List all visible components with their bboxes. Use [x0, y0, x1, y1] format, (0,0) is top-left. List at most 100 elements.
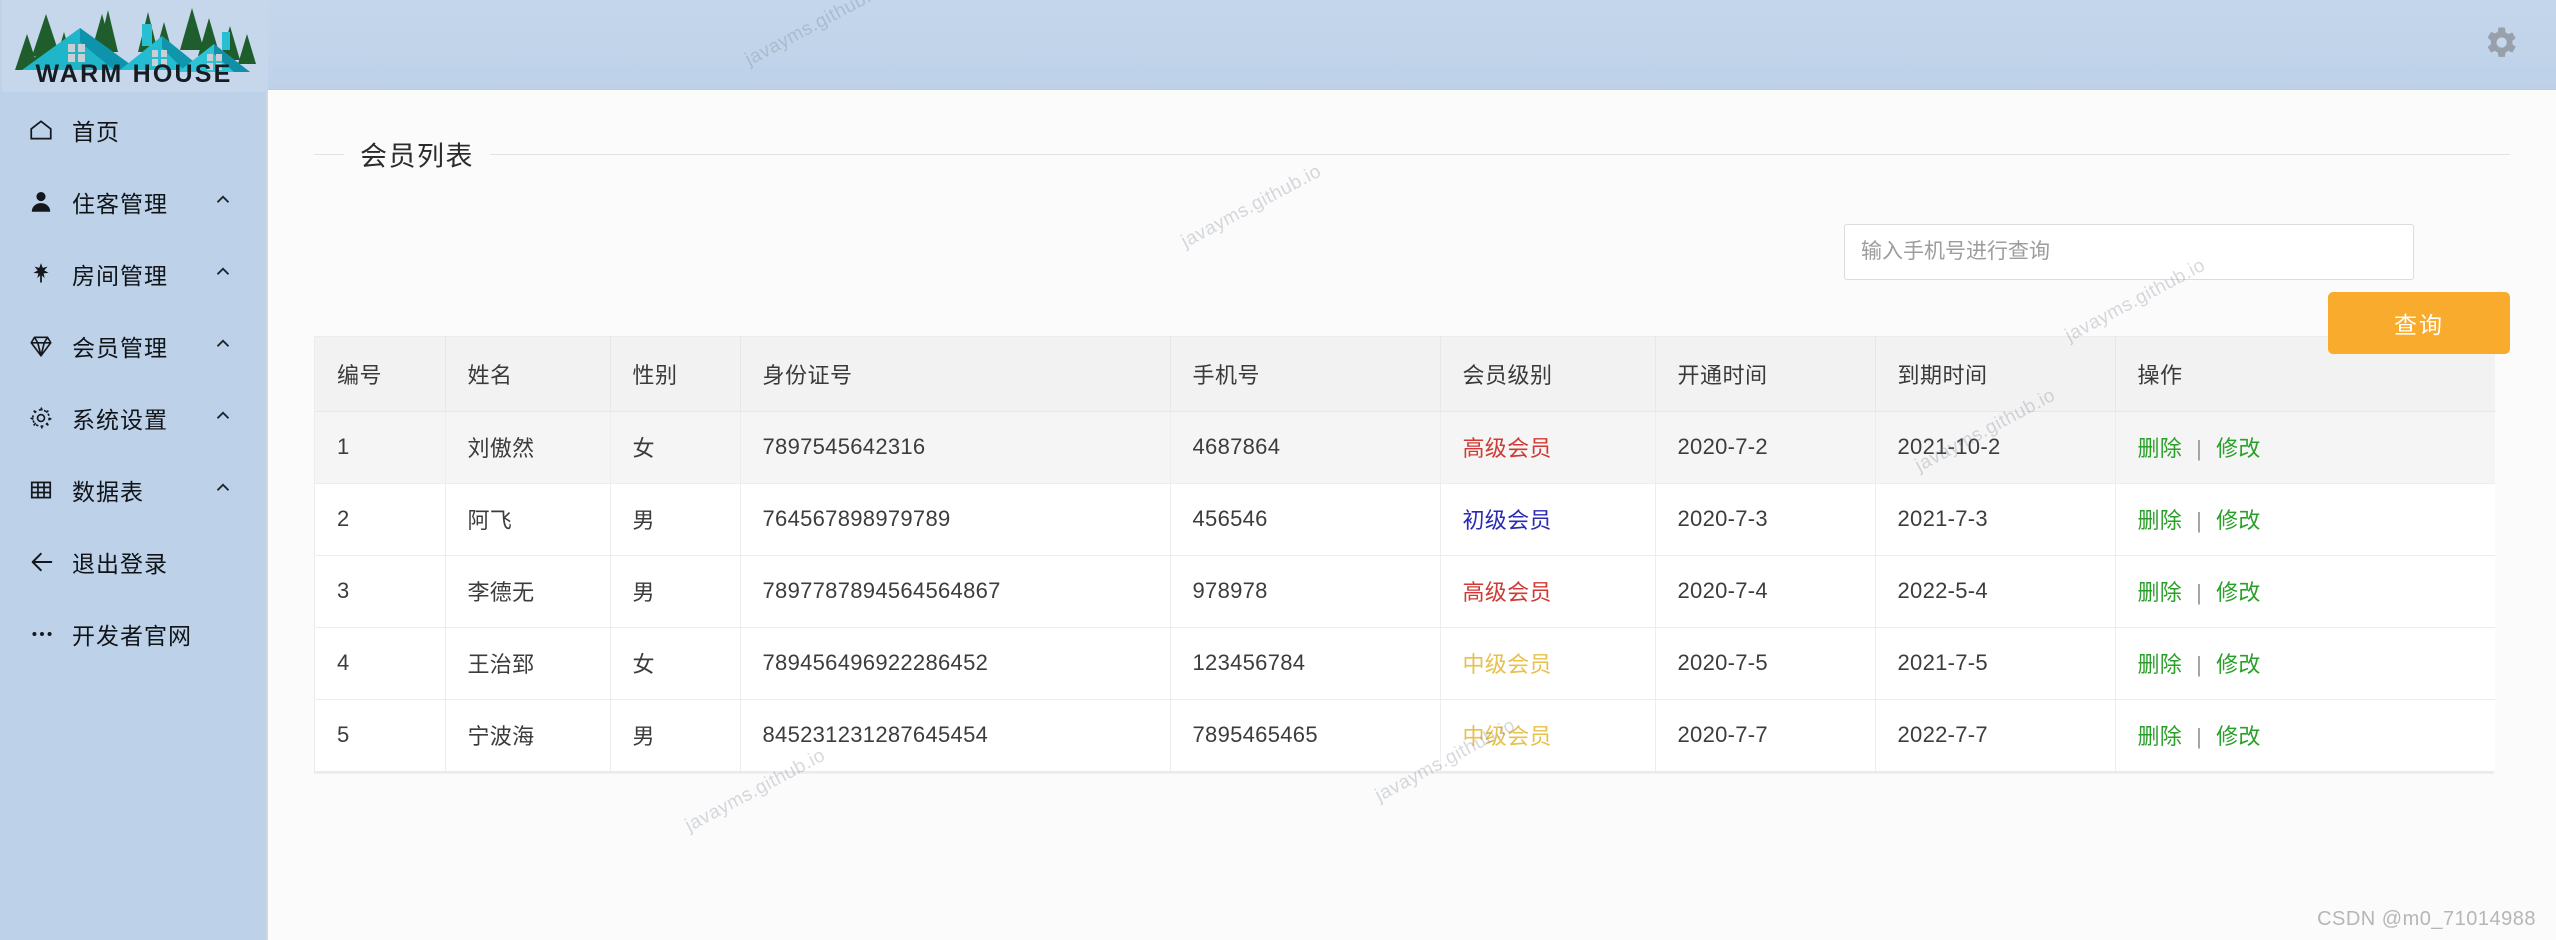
col-start[interactable]: 开通时间: [1655, 337, 1875, 411]
table-row[interactable]: 2 阿飞 男 764567898979789 456546 初级会员 2020-…: [315, 483, 2495, 555]
title-rule: [314, 154, 2510, 155]
cell-actions: 删除|修改: [2115, 411, 2495, 483]
cell-actions: 删除|修改: [2115, 555, 2495, 627]
key-icon: [28, 261, 62, 287]
cell-id: 3: [315, 555, 445, 627]
diamond-icon: [28, 333, 62, 359]
cell-gender: 男: [610, 483, 740, 555]
cell-gender: 男: [610, 699, 740, 771]
cell-phone: 978978: [1170, 555, 1440, 627]
cell-id: 1: [315, 411, 445, 483]
table-row[interactable]: 5 宁波海 男 845231231287645454 7895465465 中级…: [315, 699, 2495, 771]
page-title: 会员列表: [314, 134, 2510, 174]
cell-name: 宁波海: [445, 699, 610, 771]
edit-link[interactable]: 修改: [2216, 652, 2261, 677]
content-panel: 会员列表 javayms.github.io 查询 编号: [268, 90, 2556, 940]
settings-gear-icon[interactable]: [2480, 22, 2520, 67]
action-separator: |: [2196, 652, 2202, 677]
col-gender[interactable]: 性别: [610, 337, 740, 411]
cell-end: 2021-10-2: [1875, 411, 2115, 483]
table-row[interactable]: 4 王治郅 女 789456496922286452 123456784 中级会…: [315, 627, 2495, 699]
sidebar-item-label: 开发者官网: [72, 617, 192, 651]
sidebar-item-label: 房间管理: [72, 257, 168, 291]
cell-start: 2020-7-3: [1655, 483, 1875, 555]
col-name[interactable]: 姓名: [445, 337, 610, 411]
edit-link[interactable]: 修改: [2216, 580, 2261, 605]
sidebar-item-system-settings[interactable]: 系统设置: [0, 382, 266, 454]
col-id-card[interactable]: 身份证号: [740, 337, 1170, 411]
chevron-up-icon[interactable]: [212, 405, 234, 432]
sidebar-item-label: 系统设置: [72, 401, 168, 435]
cell-id: 5: [315, 699, 445, 771]
cell-actions: 删除 | 修改: [2115, 627, 2495, 699]
search-button[interactable]: 查询: [2328, 292, 2510, 354]
top-header: javayms.github.io: [268, 0, 2556, 90]
cell-gender: 女: [610, 627, 740, 699]
sidebar-item-data-table[interactable]: 数据表: [0, 454, 266, 526]
sidebar-item-room-management[interactable]: 房间管理: [0, 238, 266, 310]
cell-actions: 删除|修改: [2115, 699, 2495, 771]
col-phone[interactable]: 手机号: [1170, 337, 1440, 411]
edit-link[interactable]: 修改: [2216, 724, 2261, 749]
chevron-up-icon[interactable]: [212, 333, 234, 360]
brand-name: WARM HOUSE: [0, 60, 268, 89]
edit-link[interactable]: 修改: [2216, 436, 2261, 461]
cell-start: 2020-7-7: [1655, 699, 1875, 771]
col-level[interactable]: 会员级别: [1440, 337, 1655, 411]
delete-link[interactable]: 删除: [2138, 580, 2183, 605]
gear-icon: [28, 405, 62, 431]
cell-end: 2022-7-7: [1875, 699, 2115, 771]
sidebar-item-member-management[interactable]: 会员管理: [0, 310, 266, 382]
sidebar-item-label: 退出登录: [72, 545, 168, 579]
table-body: 1 刘傲然 女 7897545642316 4687864 高级会员 2020-…: [315, 411, 2495, 771]
cell-actions: 删除|修改: [2115, 483, 2495, 555]
cell-phone: 4687864: [1170, 411, 1440, 483]
delete-link[interactable]: 删除: [2138, 724, 2183, 749]
cell-id-card: 789456496922286452: [740, 627, 1170, 699]
cell-level: 高级会员: [1440, 555, 1655, 627]
sidebar-item-label: 住客管理: [72, 185, 168, 219]
cell-id-card: 7897545642316: [740, 411, 1170, 483]
delete-link[interactable]: 删除: [2138, 508, 2183, 533]
brand-logo[interactable]: WARM HOUSE: [0, 0, 268, 92]
cell-name: 阿飞: [445, 483, 610, 555]
home-icon: [28, 117, 62, 143]
col-id[interactable]: 编号: [315, 337, 445, 411]
chevron-up-icon[interactable]: [212, 189, 234, 216]
edit-link[interactable]: 修改: [2216, 508, 2261, 533]
table-header: 编号 姓名 性别 身份证号 手机号 会员级别 开通时间 到期时间 操作: [315, 337, 2495, 411]
member-table: 编号 姓名 性别 身份证号 手机号 会员级别 开通时间 到期时间 操作: [314, 336, 2494, 773]
sidebar-item-guest-management[interactable]: 住客管理: [0, 166, 266, 238]
delete-link[interactable]: 删除: [2138, 652, 2183, 677]
cell-id-card: 7897787894564564867: [740, 555, 1170, 627]
main-area: javayms.github.io 会员列表 javayms.github.io…: [268, 0, 2556, 940]
sidebar-item-home[interactable]: 首页: [0, 94, 266, 166]
cell-phone: 123456784: [1170, 627, 1440, 699]
cell-start: 2020-7-5: [1655, 627, 1875, 699]
sidebar-item-label: 首页: [72, 113, 120, 147]
cell-start: 2020-7-4: [1655, 555, 1875, 627]
site-watermark: javayms.github.io: [1178, 161, 1325, 253]
chevron-up-icon[interactable]: [212, 477, 234, 504]
cell-id-card: 764567898979789: [740, 483, 1170, 555]
cell-phone: 456546: [1170, 483, 1440, 555]
search-input[interactable]: [1844, 224, 2414, 280]
chevron-up-icon[interactable]: [212, 261, 234, 288]
sidebar-item-developer-site[interactable]: 开发者官网: [0, 598, 266, 670]
cell-start: 2020-7-2: [1655, 411, 1875, 483]
table-row[interactable]: 3 李德无 男 7897787894564564867 978978 高级会员 …: [315, 555, 2495, 627]
sidebar-item-logout[interactable]: 退出登录: [0, 526, 266, 598]
app-root: WARM HOUSE 首页 住客管理: [0, 0, 2556, 940]
cell-gender: 女: [610, 411, 740, 483]
table-row[interactable]: 1 刘傲然 女 7897545642316 4687864 高级会员 2020-…: [315, 411, 2495, 483]
cell-end: 2022-5-4: [1875, 555, 2115, 627]
sidebar: WARM HOUSE 首页 住客管理: [0, 0, 268, 940]
cell-level: 中级会员: [1440, 627, 1655, 699]
user-icon: [28, 189, 62, 215]
cell-name: 刘傲然: [445, 411, 610, 483]
cell-end: 2021-7-3: [1875, 483, 2115, 555]
col-end[interactable]: 到期时间: [1875, 337, 2115, 411]
delete-link[interactable]: 删除: [2138, 436, 2183, 461]
table-icon: [28, 477, 62, 503]
cell-level: 高级会员: [1440, 411, 1655, 483]
